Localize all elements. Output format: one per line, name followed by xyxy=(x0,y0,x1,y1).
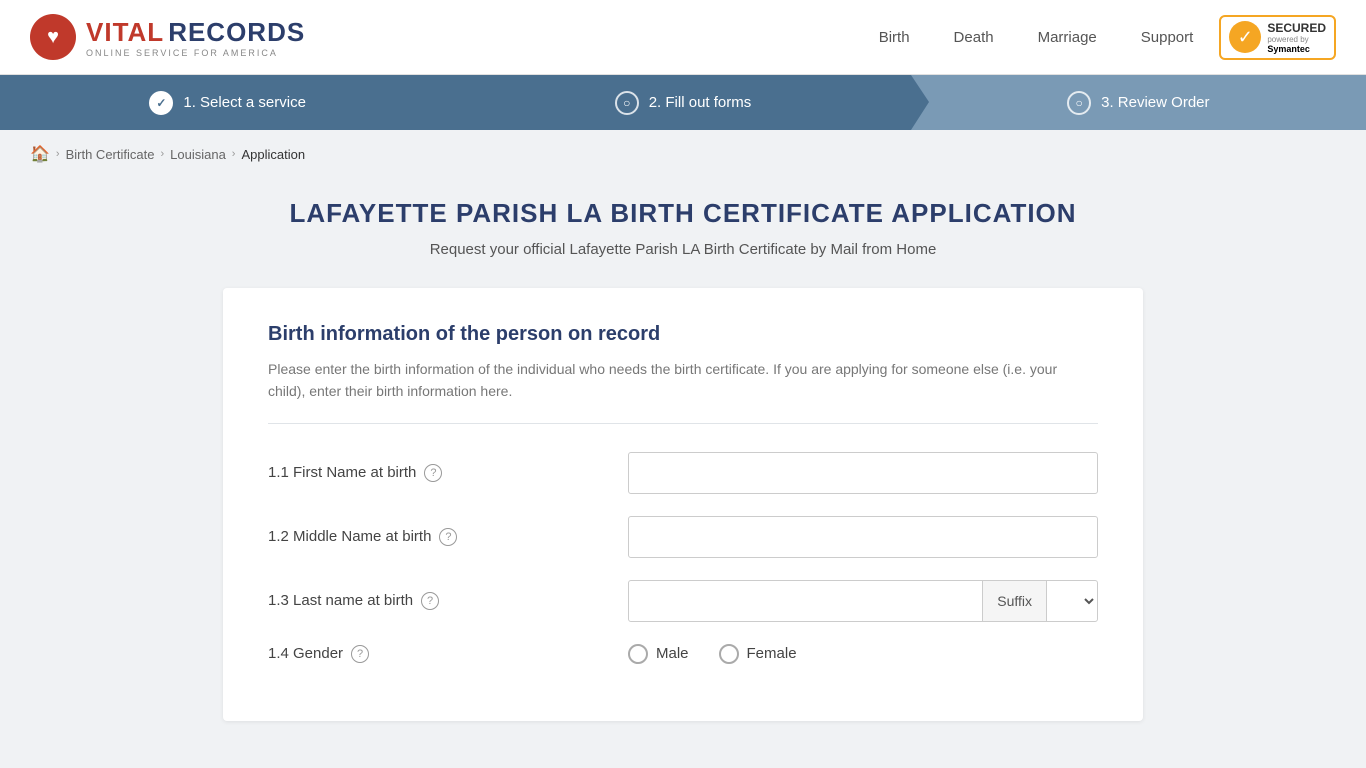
form-card: Birth information of the person on recor… xyxy=(223,288,1143,721)
gender-male-text: Male xyxy=(656,645,689,662)
field-last-name: 1.3 Last name at birth ? Suffix Jr Sr II… xyxy=(268,580,1098,622)
breadcrumb-sep-0: › xyxy=(56,148,60,160)
label-first-name: 1.1 First Name at birth ? xyxy=(268,464,608,482)
logo-vital: VITAL xyxy=(86,17,164,48)
input-wrap-middle-name xyxy=(628,516,1098,558)
progress-step-1[interactable]: ✓ 1. Select a service xyxy=(0,75,455,130)
gender-female-label[interactable]: Female xyxy=(719,644,797,664)
step-3-label: 3. Review Order xyxy=(1101,94,1209,111)
help-icon-first-name[interactable]: ? xyxy=(424,464,442,482)
breadcrumb-sep-1: › xyxy=(160,148,164,160)
progress-step-3[interactable]: ○ 3. Review Order xyxy=(911,75,1366,130)
page-subtitle: Request your official Lafayette Parish L… xyxy=(30,241,1336,258)
logo-records: RECORDS xyxy=(168,17,305,48)
step-1-label: 1. Select a service xyxy=(183,94,306,111)
norton-text: SECURED powered by Symantec xyxy=(1267,21,1326,54)
progress-step-2[interactable]: ○ 2. Fill out forms xyxy=(455,75,910,130)
gender-male-label[interactable]: Male xyxy=(628,644,689,664)
breadcrumb-sep-2: › xyxy=(232,148,236,160)
breadcrumb-birth-cert[interactable]: Birth Certificate xyxy=(66,147,155,162)
logo-sub: ONLINE SERVICE FOR AMERICA xyxy=(86,48,305,58)
breadcrumb: 🏠 › Birth Certificate › Louisiana › Appl… xyxy=(0,130,1366,178)
help-icon-middle-name[interactable]: ? xyxy=(439,528,457,546)
step-1-icon: ✓ xyxy=(149,91,173,115)
gender-female-radio[interactable] xyxy=(719,644,739,664)
form-divider xyxy=(268,423,1098,424)
nav-marriage[interactable]: Marriage xyxy=(1020,21,1115,54)
step-2-icon: ○ xyxy=(615,91,639,115)
norton-check-icon: ✓ xyxy=(1229,21,1261,53)
step-3-icon: ○ xyxy=(1067,91,1091,115)
gender-radio-group: Male Female xyxy=(628,644,797,664)
progress-bar: ✓ 1. Select a service ○ 2. Fill out form… xyxy=(0,75,1366,130)
first-name-input[interactable] xyxy=(628,452,1098,494)
form-section-desc: Please enter the birth information of th… xyxy=(268,358,1098,403)
form-section-title: Birth information of the person on recor… xyxy=(268,323,1098,346)
breadcrumb-application: Application xyxy=(241,147,305,162)
field-gender: 1.4 Gender ? Male Female xyxy=(268,644,1098,664)
nav-birth[interactable]: Birth xyxy=(861,21,928,54)
nav-death[interactable]: Death xyxy=(936,21,1012,54)
suffix-select[interactable]: Jr Sr II III xyxy=(1046,580,1098,622)
gender-male-radio[interactable] xyxy=(628,644,648,664)
page-title: LAFAYETTE PARISH LA BIRTH CERTIFICATE AP… xyxy=(30,198,1336,229)
step-2-label: 2. Fill out forms xyxy=(649,94,752,111)
label-last-name: 1.3 Last name at birth ? xyxy=(268,592,608,610)
logo: ♥ VITAL RECORDS ONLINE SERVICE FOR AMERI… xyxy=(30,14,305,60)
home-icon[interactable]: 🏠 xyxy=(30,144,50,164)
label-gender: 1.4 Gender ? xyxy=(268,645,608,663)
gender-female-text: Female xyxy=(747,645,797,662)
middle-name-input[interactable] xyxy=(628,516,1098,558)
input-wrap-gender: Male Female xyxy=(628,644,1098,664)
main-content: LAFAYETTE PARISH LA BIRTH CERTIFICATE AP… xyxy=(0,178,1366,761)
suffix-label: Suffix xyxy=(983,580,1046,622)
help-icon-last-name[interactable]: ? xyxy=(421,592,439,610)
site-header: ♥ VITAL RECORDS ONLINE SERVICE FOR AMERI… xyxy=(0,0,1366,75)
field-first-name: 1.1 First Name at birth ? xyxy=(268,452,1098,494)
input-wrap-last-name: Suffix Jr Sr II III xyxy=(628,580,1098,622)
input-wrap-first-name xyxy=(628,452,1098,494)
label-middle-name: 1.2 Middle Name at birth ? xyxy=(268,528,608,546)
main-nav: Birth Death Marriage Support ✓ SECURED p… xyxy=(861,15,1336,60)
last-name-input[interactable] xyxy=(628,580,983,622)
norton-badge: ✓ SECURED powered by Symantec xyxy=(1219,15,1336,60)
logo-text-group: VITAL RECORDS ONLINE SERVICE FOR AMERICA xyxy=(86,17,305,58)
breadcrumb-louisiana[interactable]: Louisiana xyxy=(170,147,226,162)
nav-support[interactable]: Support xyxy=(1123,21,1212,54)
field-middle-name: 1.2 Middle Name at birth ? xyxy=(268,516,1098,558)
logo-icon: ♥ xyxy=(30,14,76,60)
help-icon-gender[interactable]: ? xyxy=(351,645,369,663)
